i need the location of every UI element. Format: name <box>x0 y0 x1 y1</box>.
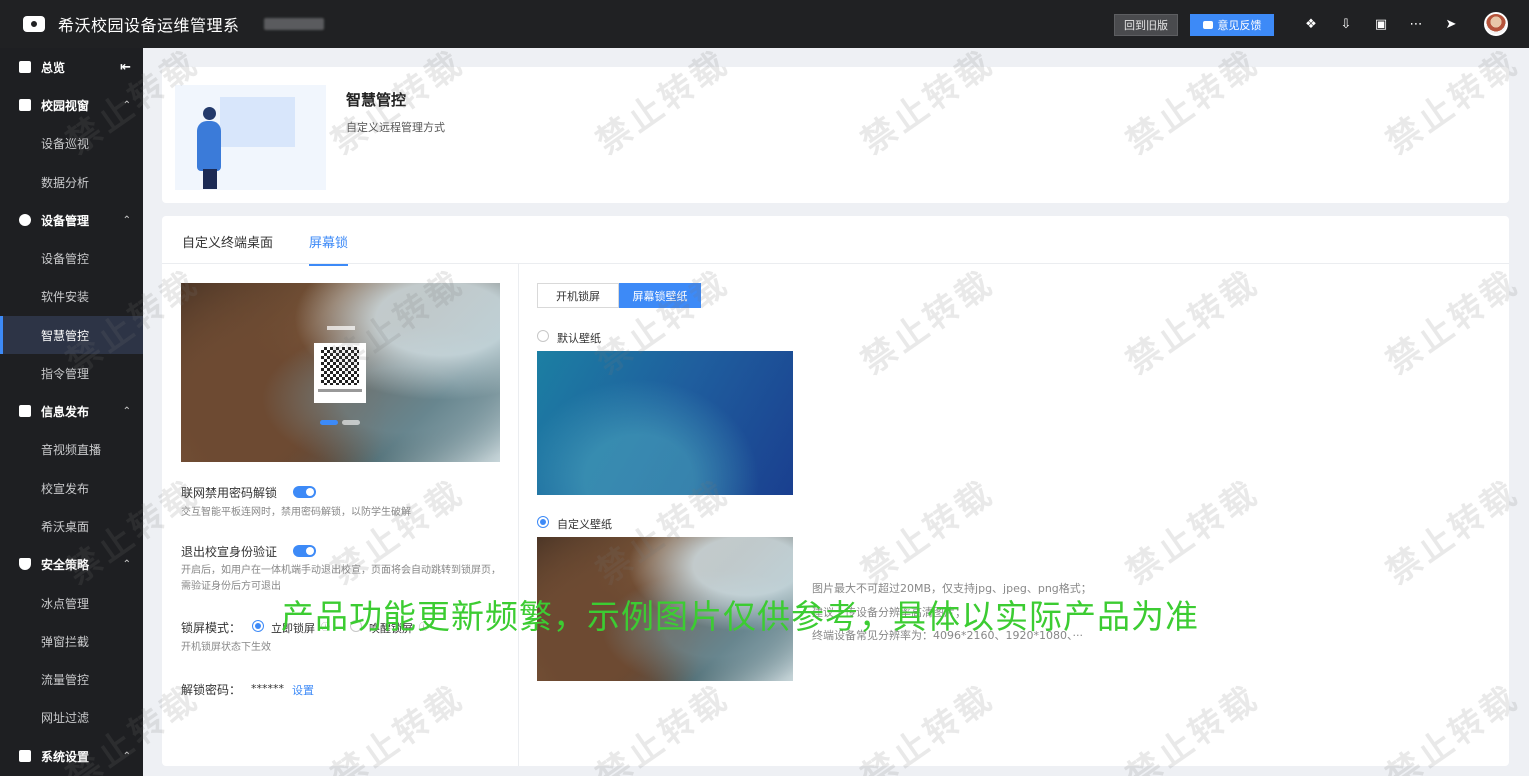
chevron-up-icon: ⌃ <box>122 750 131 762</box>
sidebar-item-label: 软件安装 <box>41 289 90 304</box>
avatar[interactable] <box>1484 12 1508 36</box>
disclaimer-banner: 产品功能更新频繁，示例图片仅供参考，具体以实际产品为准 <box>281 597 1199 636</box>
chevron-up-icon: ⌃ <box>122 558 131 570</box>
sidebar-item-label: 校宣发布 <box>41 481 90 496</box>
app-logo-icon <box>20 14 48 34</box>
custom-wallpaper-radio[interactable] <box>537 516 549 528</box>
device-icon <box>19 214 31 226</box>
sidebar-item-device-inspection[interactable]: 设备巡视 <box>0 124 143 162</box>
qr-code-card <box>314 343 366 403</box>
send-icon[interactable]: ➤ <box>1443 16 1459 32</box>
lock-screen-preview <box>181 283 500 462</box>
page-header-card: 智慧管控 自定义远程管理方式 <box>162 67 1509 203</box>
sidebar-item-url-filter[interactable]: 网址过滤 <box>0 698 143 736</box>
header-illustration <box>175 85 326 190</box>
unlock-password-value: ****** <box>251 682 284 695</box>
sidebar-group-campus-view[interactable]: 校园视窗 ⌃ <box>0 86 143 124</box>
chevron-up-icon: ⌃ <box>122 214 131 226</box>
exit-auth-label: 退出校宣身份验证 <box>181 545 278 559</box>
sidebar-item-label: 流量管控 <box>41 672 90 687</box>
chevron-up-icon: ⌃ <box>122 405 131 417</box>
more-icon[interactable]: ⋯ <box>1408 16 1424 32</box>
gift-icon <box>19 405 31 417</box>
unlock-password-label: 解锁密码： <box>181 683 242 697</box>
shield-icon <box>19 558 31 570</box>
sidebar-group-label: 安全策略 <box>41 557 90 572</box>
preview-unlock-button <box>320 420 338 425</box>
page-subtitle: 自定义远程管理方式 <box>346 121 445 134</box>
exit-auth-toggle[interactable] <box>293 545 316 557</box>
tab-screen-lock[interactable]: 屏幕锁 <box>309 232 349 266</box>
set-password-link[interactable]: 设置 <box>292 682 314 698</box>
sidebar-item-label: 弹窗拦截 <box>41 634 90 649</box>
lock-mode-immediate-radio[interactable] <box>252 620 264 632</box>
sidebar-item-label: 总览 <box>41 60 66 75</box>
sidebar-item-label: 设备巡视 <box>41 136 90 151</box>
network-disable-password-label: 联网禁用密码解锁 <box>181 486 278 500</box>
sidebar-item-label: 网址过滤 <box>41 710 90 725</box>
sidebar-item-command-management[interactable]: 指令管理 <box>0 354 143 392</box>
custom-wallpaper-label[interactable]: 自定义壁纸 <box>557 516 612 532</box>
page-title: 智慧管控 <box>346 91 407 109</box>
chat-icon <box>1202 21 1213 29</box>
qr-unlock-caption <box>327 326 355 330</box>
feedback-button[interactable]: 意见反馈 <box>1190 14 1274 36</box>
panel-divider <box>518 264 519 766</box>
sidebar-group-info-publish[interactable]: 信息发布 ⌃ <box>0 392 143 430</box>
sidebar-item-label: 希沃桌面 <box>41 519 90 534</box>
default-wallpaper-label[interactable]: 默认壁纸 <box>557 330 601 346</box>
screen-lock-card: 自定义终端桌面 屏幕锁 联网禁用密码解锁 交互智能平板连网时，禁用密码解锁，以防… <box>162 216 1509 766</box>
sidebar-item-traffic-control[interactable]: 流量管控 <box>0 660 143 698</box>
sidebar-group-label: 系统设置 <box>41 749 90 764</box>
collapse-sidebar-icon[interactable]: ⇤ <box>120 60 131 75</box>
preview-password-button <box>342 420 360 425</box>
segment-lock-wallpaper[interactable]: 屏幕锁壁纸 <box>619 283 701 308</box>
download-icon[interactable]: ⇩ <box>1338 16 1354 32</box>
sidebar-group-system-settings[interactable]: 系统设置 ⌃ <box>0 737 143 775</box>
sidebar-item-label: 设备管控 <box>41 251 90 266</box>
sidebar-group-label: 设备管理 <box>41 213 90 228</box>
sidebar-item-seewo-desktop[interactable]: 希沃桌面 <box>0 507 143 545</box>
sidebar-item-smart-control[interactable]: 智慧管控 <box>0 316 143 354</box>
network-disable-password-desc: 交互智能平板连网时，禁用密码解锁，以防学生破解 <box>181 507 411 518</box>
sidebar-item-freeze-management[interactable]: 冰点管理 <box>0 584 143 622</box>
sidebar-item-label: 冰点管理 <box>41 596 90 611</box>
sidebar-item-software-install[interactable]: 软件安装 <box>0 277 143 315</box>
sidebar-item-data-analysis[interactable]: 数据分析 <box>0 163 143 201</box>
sidebar-item-live-stream[interactable]: 音视频直播 <box>0 430 143 468</box>
blurred-school-name <box>263 18 324 30</box>
tab-custom-desktop[interactable]: 自定义终端桌面 <box>182 232 273 264</box>
sidebar-group-label: 校园视窗 <box>41 98 90 113</box>
sidebar-group-device-management[interactable]: 设备管理 ⌃ <box>0 201 143 239</box>
lock-mode-desc: 开机锁屏状态下生效 <box>181 642 271 653</box>
sidebar-item-device-control[interactable]: 设备管控 <box>0 239 143 277</box>
book-icon[interactable]: ▣ <box>1373 16 1389 32</box>
sidebar: 总览 ⇤ 校园视窗 ⌃ 设备巡视 数据分析 设备管理 ⌃ 设备管控 软件安装 智… <box>0 48 143 776</box>
segment-boot-lock[interactable]: 开机锁屏 <box>537 283 619 308</box>
help-icon[interactable]: ❖ <box>1303 16 1319 32</box>
sidebar-group-security-policy[interactable]: 安全策略 ⌃ <box>0 545 143 583</box>
sidebar-item-popup-block[interactable]: 弹窗拦截 <box>0 622 143 660</box>
lock-mode-label: 锁屏模式： <box>181 621 242 635</box>
qr-code-icon <box>321 347 359 385</box>
sidebar-item-label: 音视频直播 <box>41 442 102 457</box>
network-disable-password-toggle[interactable] <box>293 486 316 498</box>
tab-divider <box>162 263 1509 264</box>
sidebar-item-label: 智慧管控 <box>41 328 90 343</box>
dashboard-icon <box>19 61 31 73</box>
top-bar: 希沃校园设备运维管理系 <box>0 0 1529 48</box>
sidebar-item-label: 数据分析 <box>41 175 90 190</box>
chevron-up-icon: ⌃ <box>122 99 131 111</box>
sidebar-item-campus-publish[interactable]: 校宣发布 <box>0 469 143 507</box>
sidebar-item-label: 指令管理 <box>41 366 90 381</box>
monitor-icon <box>19 99 31 111</box>
sidebar-group-label: 信息发布 <box>41 404 90 419</box>
app-title: 希沃校园设备运维管理系 <box>58 16 240 35</box>
default-wallpaper-radio[interactable] <box>537 330 549 342</box>
settings-icon <box>19 750 31 762</box>
default-wallpaper-image[interactable] <box>537 351 793 495</box>
feedback-label: 意见反馈 <box>1217 19 1262 32</box>
sidebar-item-overview[interactable]: 总览 ⇤ <box>0 48 143 86</box>
back-to-old-version-button[interactable]: 回到旧版 <box>1114 14 1178 36</box>
